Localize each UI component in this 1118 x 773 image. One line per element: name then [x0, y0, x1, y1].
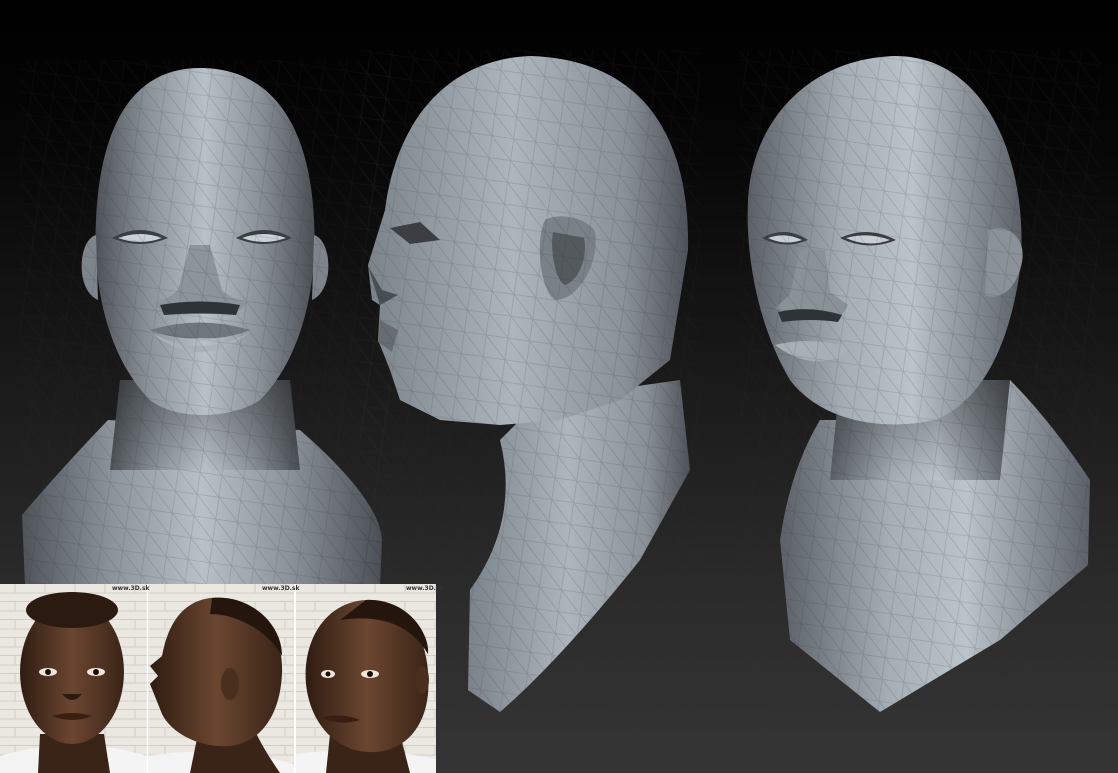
three-quarter-view	[740, 50, 1100, 715]
reference-photo-three-quarter	[296, 584, 436, 773]
watermark-side: www.3D.sk	[262, 585, 300, 592]
reference-photos-art	[0, 584, 436, 773]
reference-photo-front	[0, 584, 147, 773]
render-canvas: www.3D.sk www.3D.sk www.3D.sk	[0, 0, 1118, 773]
front-view	[20, 60, 390, 585]
reference-photos-panel: www.3D.sk www.3D.sk www.3D.sk	[0, 584, 444, 773]
reference-photo-side	[148, 584, 294, 773]
watermark-three-quarter: www.3D.sk	[406, 585, 444, 592]
watermark-front: www.3D.sk	[112, 585, 150, 592]
